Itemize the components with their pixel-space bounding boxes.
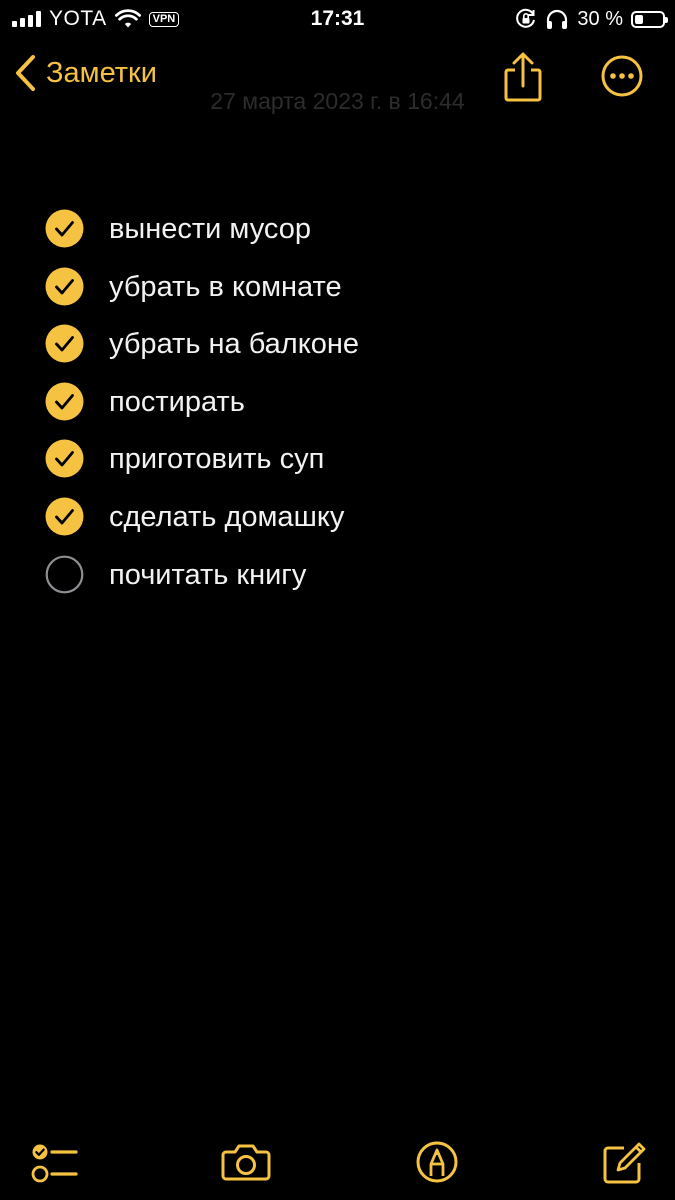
battery-percentage: 30 % — [577, 7, 623, 30]
battery-level — [635, 14, 643, 24]
checklist-item: приготовить суп — [0, 430, 675, 488]
checked-circle-icon[interactable] — [45, 382, 84, 421]
status-right: 30 % — [515, 6, 668, 32]
nav-bar: Заметки 27 марта 2023 г. в 16:44 — [0, 44, 675, 114]
status-bar: YOTA VPN 17:31 30 % — [0, 0, 675, 40]
checklist-item: убрать в комнате — [0, 258, 675, 316]
headphones-icon — [547, 9, 568, 29]
compose-button[interactable] — [600, 1136, 648, 1188]
ellipsis-circle-icon — [601, 55, 643, 97]
checklist-item-text[interactable]: убрать в комнате — [109, 270, 342, 304]
orientation-lock-icon — [516, 8, 536, 28]
checklist-item: убрать на балконе — [0, 315, 675, 373]
chevron-left-icon — [16, 55, 35, 91]
battery-icon — [631, 10, 668, 28]
share-button[interactable] — [500, 50, 546, 104]
checklist-item-text[interactable]: сделать домашку — [109, 500, 344, 534]
camera-button[interactable] — [220, 1136, 272, 1188]
checklist-item-text[interactable]: постирать — [109, 385, 245, 419]
checked-circle-icon[interactable] — [45, 324, 84, 363]
checklist-item: вынести мусор — [0, 200, 675, 258]
checklist-item-text[interactable]: убрать на балконе — [109, 327, 359, 361]
checklist-item: постирать — [0, 373, 675, 431]
checklist-item-text[interactable]: вынести мусор — [109, 212, 311, 246]
checklist-icon — [31, 1144, 78, 1183]
checked-circle-icon[interactable] — [45, 209, 84, 248]
share-icon — [504, 52, 542, 102]
checklist-button[interactable] — [30, 1136, 80, 1188]
back-button[interactable]: Заметки — [14, 54, 157, 92]
more-button[interactable] — [600, 54, 644, 98]
checked-circle-icon[interactable] — [45, 439, 84, 478]
checklist-item-text[interactable]: почитать книгу — [109, 558, 306, 592]
markup-button[interactable] — [414, 1136, 460, 1188]
checklist: вынести мусор убрать в комнате убрать на б… — [0, 200, 675, 603]
checked-circle-icon[interactable] — [45, 497, 84, 536]
checked-circle-icon[interactable] — [45, 267, 84, 306]
camera-icon — [221, 1144, 271, 1181]
unchecked-circle-icon[interactable] — [45, 555, 84, 594]
compose-icon — [603, 1142, 646, 1184]
checklist-item: сделать домашку — [0, 488, 675, 546]
checklist-item-text[interactable]: приготовить суп — [109, 442, 324, 476]
back-button-label: Заметки — [46, 56, 157, 89]
checklist-item: почитать книгу — [0, 546, 675, 604]
bottom-toolbar — [0, 1132, 675, 1192]
markup-icon — [416, 1141, 458, 1183]
note-date: 27 марта 2023 г. в 16:44 — [210, 88, 465, 114]
